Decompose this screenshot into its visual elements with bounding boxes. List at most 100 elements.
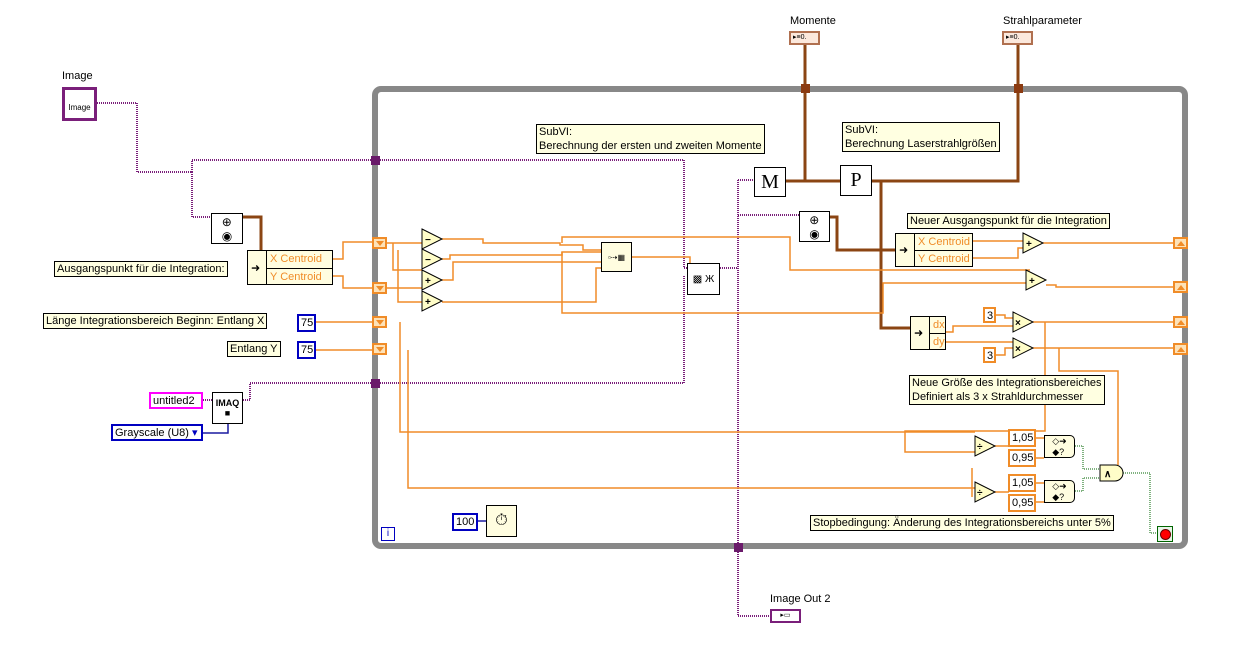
- const-factor-1[interactable]: 3: [983, 307, 996, 323]
- momente-indicator[interactable]: ▸≡0.: [789, 31, 820, 45]
- arrow-icon: ➜: [251, 262, 261, 274]
- comment-length-x: Länge Integrationsbereich Beginn: Entlan…: [43, 313, 268, 329]
- stop-terminal[interactable]: [1157, 526, 1173, 542]
- block-diagram: − − + + + + × × ÷ ÷ ∧ Image Image ⊕ ◉ ⊕ ◉ …: [0, 0, 1256, 658]
- build-array-node[interactable]: ▫⇢▦: [601, 242, 632, 272]
- imaq-set-roi-node[interactable]: ▩ Ж: [687, 263, 720, 295]
- svg-text:∧: ∧: [1104, 469, 1111, 480]
- shift-register-left: [372, 282, 387, 294]
- wires-layer: − − + + + + × × ÷ ÷ ∧: [97, 45, 1188, 617]
- image-wires: [97, 102, 799, 617]
- const-wait-ms[interactable]: 100: [452, 513, 478, 531]
- comment-line: Berechnung Laserstrahlgrößen: [845, 138, 997, 150]
- image-out-indicator[interactable]: ▸▭: [770, 609, 801, 623]
- svg-text:×: ×: [1015, 344, 1021, 355]
- shift-register-left: [372, 316, 387, 328]
- comment-subvi-moments: SubVI: Berechnung der ersten und zweiten …: [536, 124, 765, 154]
- image-tunnel: [371, 379, 380, 388]
- const-upper-1[interactable]: 1,05: [1008, 429, 1036, 447]
- centroid-node[interactable]: ⊕ ◉: [211, 213, 243, 244]
- centroid-node[interactable]: ⊕ ◉: [799, 211, 830, 242]
- comment-line: Definiert als 3 x Strahldurchmesser: [912, 391, 1084, 403]
- in-range-icon: ◇➜ ◆?: [1052, 480, 1067, 502]
- comment-line: SubVI:: [539, 126, 573, 138]
- svg-text:×: ×: [1015, 318, 1021, 329]
- imaq-create-node[interactable]: IMAQ ■: [212, 392, 243, 424]
- image-type-select[interactable]: Grayscale (U8) ▾: [111, 424, 203, 441]
- shift-register-left: [372, 237, 387, 249]
- integer-wires: [203, 424, 486, 522]
- const-upper-2[interactable]: 1,05: [1008, 474, 1036, 492]
- x-centroid-field: X Centroid: [266, 251, 332, 268]
- unbundle-new-centroid[interactable]: ➜ X Centroid Y Centroid: [895, 233, 973, 267]
- y-centroid-field: Y Centroid: [266, 267, 332, 285]
- in-range-icon: ◇➜ ◆?: [1052, 435, 1067, 457]
- subvi-moments[interactable]: M: [754, 167, 786, 197]
- comment-line: Berechnung der ersten und zweiten Moment…: [539, 140, 762, 152]
- shift-register-right: [1173, 237, 1188, 249]
- svg-text:+: +: [425, 276, 431, 287]
- metronome-icon: ⏱: [495, 512, 508, 529]
- centroid-icon: ⊕ ◉: [221, 214, 233, 243]
- centroid-icon: ⊕ ◉: [809, 212, 820, 241]
- arrow-icon: ➜: [914, 327, 924, 340]
- comment-line: Neue Größe des Integrationsbereiches: [912, 377, 1102, 389]
- shift-register-left: [372, 343, 387, 355]
- imaq-text: IMAQ: [215, 398, 240, 408]
- shift-register-right: [1173, 281, 1188, 293]
- while-loop-frame[interactable]: [372, 86, 1188, 549]
- const-lower-1[interactable]: 0,95: [1008, 449, 1036, 467]
- image-control-terminal[interactable]: Image: [62, 87, 97, 121]
- cluster-tunnel: [801, 84, 810, 93]
- shift-register-right: [1173, 343, 1188, 355]
- numeric-wires: [315, 236, 1173, 503]
- comment-stop: Stopbedingung: Änderung des Integrations…: [810, 515, 1114, 531]
- build-array-icon: ▫⇢▦: [607, 252, 626, 262]
- comment-line: SubVI:: [845, 124, 879, 136]
- svg-text:+: +: [1029, 276, 1035, 287]
- dropdown-arrow-icon: ▾: [192, 427, 198, 439]
- wait-node[interactable]: ⏱: [486, 505, 517, 537]
- y-centroid-field: Y Centroid: [914, 250, 972, 267]
- image-tunnel: [734, 543, 743, 552]
- svg-text:÷: ÷: [977, 488, 983, 499]
- const-factor-2[interactable]: 3: [983, 347, 996, 363]
- strahlparameter-label: Strahlparameter: [1003, 15, 1082, 27]
- arrow-icon: ➜: [899, 244, 909, 257]
- svg-text:÷: ÷: [977, 442, 983, 453]
- svg-text:+: +: [1026, 239, 1032, 250]
- comment-new-start: Neuer Ausgangspunkt für die Integration: [907, 213, 1110, 229]
- in-range-node[interactable]: ◇➜ ◆?: [1044, 435, 1075, 458]
- image-type-value: Grayscale (U8): [115, 427, 189, 439]
- dx-field: dx: [929, 317, 945, 333]
- const-image-name[interactable]: untitled2: [149, 392, 203, 409]
- const-len-y[interactable]: 75: [297, 341, 316, 359]
- dy-field: dy: [929, 333, 945, 350]
- svg-text:−: −: [425, 255, 431, 266]
- cluster-tunnel: [1014, 84, 1023, 93]
- x-centroid-field: X Centroid: [914, 234, 972, 250]
- strahlparameter-indicator[interactable]: ▸≡0.: [1002, 31, 1033, 45]
- shift-register-right: [1173, 316, 1188, 328]
- in-range-node[interactable]: ◇➜ ◆?: [1044, 480, 1075, 503]
- imaq-icon: ■: [224, 408, 231, 418]
- image-control-label: Image: [62, 70, 93, 82]
- stop-icon: [1159, 528, 1171, 540]
- const-lower-2[interactable]: 0,95: [1008, 494, 1036, 512]
- subvi-beam-parameters[interactable]: P: [840, 165, 872, 196]
- comment-new-size: Neue Größe des Integrationsbereiches Defi…: [909, 375, 1105, 405]
- iteration-terminal: i: [381, 527, 395, 541]
- image-terminal-text: Image: [68, 103, 91, 112]
- const-len-x[interactable]: 75: [297, 314, 316, 332]
- roi-icon: ▩ Ж: [692, 273, 715, 285]
- image-out-label: Image Out 2: [770, 593, 831, 605]
- image-tunnel: [371, 156, 380, 165]
- comment-start: Ausgangspunkt für die Integration:: [54, 261, 228, 277]
- comment-subvi-beam: SubVI: Berechnung Laserstrahlgrößen: [842, 122, 1000, 152]
- svg-text:−: −: [425, 235, 431, 246]
- comment-length-y: Entlang Y: [227, 341, 281, 357]
- unbundle-centroid[interactable]: ➜ X Centroid Y Centroid: [247, 250, 333, 285]
- unbundle-dx-dy[interactable]: ➜ dx dy: [910, 316, 946, 350]
- svg-text:+: +: [425, 297, 431, 308]
- momente-label: Momente: [790, 15, 836, 27]
